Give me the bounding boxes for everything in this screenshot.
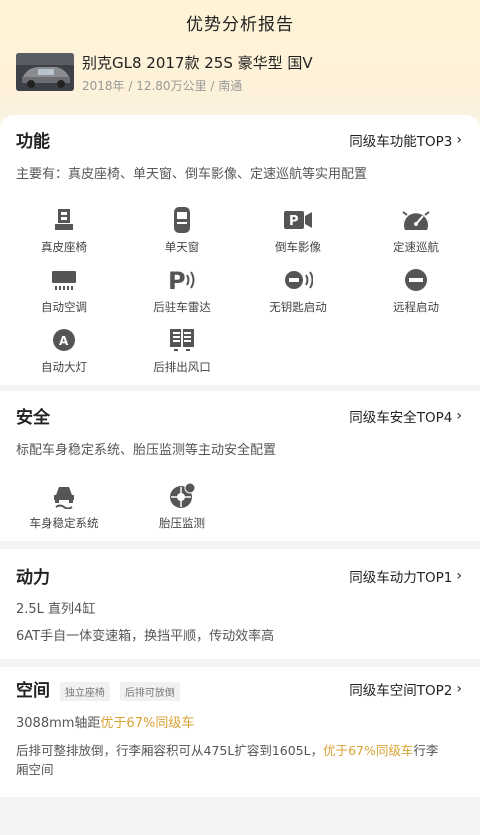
space-title: 空间 独立座椅 后排可放倒 [16, 676, 180, 701]
power-title: 动力 [16, 568, 50, 588]
feature-label: 胎压监测 [159, 516, 205, 530]
car-thumbnail[interactable] [16, 53, 74, 91]
auto-headlight-icon: A [49, 325, 79, 355]
cruise-control-icon [401, 205, 431, 235]
feature-cruise-control[interactable]: 定速巡航 [366, 205, 466, 255]
space-trunk: 后排可整排放倒，行李厢容积可从475L扩容到1605L，优于67%同级车行李 [16, 740, 438, 759]
feature-parking-radar[interactable]: P 后驻车雷达 [132, 265, 232, 315]
page-title: 优势分析报告 [186, 15, 294, 35]
feature-remote-start[interactable]: 远程启动 [366, 265, 466, 315]
car-name: 别克GL8 2017款 25S 豪华型 国V [82, 54, 313, 72]
svg-text:P: P [289, 214, 299, 229]
chevron-right-icon: › [456, 132, 462, 148]
svg-text:P: P [168, 267, 186, 293]
feature-label: 倒车影像 [275, 240, 321, 254]
trunk-highlight: 优于67%同级车 [323, 743, 414, 758]
space-wheelbase: 3088mm轴距优于67%同级车 [16, 712, 194, 731]
feature-label: 真皮座椅 [41, 240, 87, 254]
space-rank-label: 同级车空间TOP2 [349, 683, 453, 699]
safety-title: 安全 [16, 408, 50, 428]
function-rank-label: 同级车功能TOP3 [349, 134, 453, 150]
feature-label: 后排出风口 [153, 360, 211, 374]
power-rank-link[interactable]: 同级车动力TOP1 › [349, 566, 462, 586]
feature-rear-vent[interactable]: 后排出风口 [132, 325, 232, 375]
function-card: 功能 同级车功能TOP3 › 主要有：真皮座椅、单天窗、倒车影像、定速巡航等实用… [0, 115, 480, 385]
feature-tire-pressure[interactable]: 胎压监测 [132, 481, 232, 531]
feature-leather-seat[interactable]: 真皮座椅 [14, 205, 114, 255]
feature-keyless-start[interactable]: 无钥匙启动 [248, 265, 348, 315]
feature-label: 无钥匙启动 [269, 300, 327, 314]
safety-card: 安全 同级车安全TOP4 › 标配车身稳定系统、胎压监测等主动安全配置 车身稳定… [0, 391, 480, 541]
rear-vent-icon [167, 325, 197, 355]
tag-rear-foldable: 后排可放倒 [119, 681, 180, 701]
space-trunk-wrap: 厢空间 [16, 762, 54, 777]
feature-label: 远程启动 [393, 300, 439, 314]
tag-independent-seat: 独立座椅 [59, 681, 110, 701]
power-card: 动力 同级车动力TOP1 › 2.5L 直列4缸 6AT手自一体变速箱，换挡平顺… [0, 549, 480, 659]
chevron-right-icon: › [456, 681, 462, 697]
safety-rank-link[interactable]: 同级车安全TOP4 › [349, 406, 462, 426]
car-meta: 2018年 / 12.80万公里 / 南通 [82, 79, 243, 93]
safety-desc: 标配车身稳定系统、胎压监测等主动安全配置 [16, 443, 277, 458]
feature-label: 自动大灯 [41, 360, 87, 374]
parking-radar-icon: P [167, 265, 197, 295]
feature-reverse-camera[interactable]: P 倒车影像 [248, 205, 348, 255]
function-desc: 主要有：真皮座椅、单天窗、倒车影像、定速巡航等实用配置 [16, 167, 368, 182]
feature-label: 自动空调 [41, 300, 87, 314]
power-rank-label: 同级车动力TOP1 [349, 570, 453, 586]
safety-rank-label: 同级车安全TOP4 [349, 410, 453, 426]
auto-ac-icon [49, 265, 79, 295]
feature-label: 车身稳定系统 [29, 516, 99, 530]
space-card: 空间 独立座椅 后排可放倒 同级车空间TOP2 › 3088mm轴距优于67%同… [0, 667, 480, 797]
feature-label: 单天窗 [164, 240, 200, 254]
feature-stability-control[interactable]: 车身稳定系统 [14, 481, 114, 531]
remote-start-icon [401, 265, 431, 295]
function-rank-link[interactable]: 同级车功能TOP3 › [349, 130, 462, 150]
stability-control-icon [49, 481, 79, 511]
space-rank-link[interactable]: 同级车空间TOP2 › [349, 679, 462, 699]
feature-auto-ac[interactable]: 自动空调 [14, 265, 114, 315]
trunk-text: 后排可整排放倒，行李厢容积可从475L扩容到1605L， [16, 743, 324, 758]
leather-seat-icon [49, 205, 79, 235]
feature-sunroof[interactable]: 单天窗 [132, 205, 232, 255]
feature-auto-headlight[interactable]: A 自动大灯 [14, 325, 114, 375]
reverse-camera-icon: P [283, 205, 313, 235]
keyless-start-icon [283, 265, 313, 295]
chevron-right-icon: › [456, 568, 462, 584]
space-title-text: 空间 [16, 681, 50, 701]
svg-text:A: A [59, 334, 69, 348]
sunroof-icon [167, 205, 197, 235]
chevron-right-icon: › [456, 408, 462, 424]
feature-label: 定速巡航 [393, 240, 439, 254]
tire-pressure-icon [167, 481, 197, 511]
power-transmission: 6AT手自一体变速箱，换挡平顺，传动效率高 [16, 629, 275, 644]
trunk-suffix: 行李 [413, 743, 439, 758]
power-engine: 2.5L 直列4缸 [16, 602, 96, 617]
wheelbase-highlight: 优于67%同级车 [100, 716, 195, 731]
function-title: 功能 [16, 132, 50, 152]
feature-label: 后驻车雷达 [153, 300, 211, 314]
wheelbase-value: 3088mm轴距 [16, 716, 101, 731]
